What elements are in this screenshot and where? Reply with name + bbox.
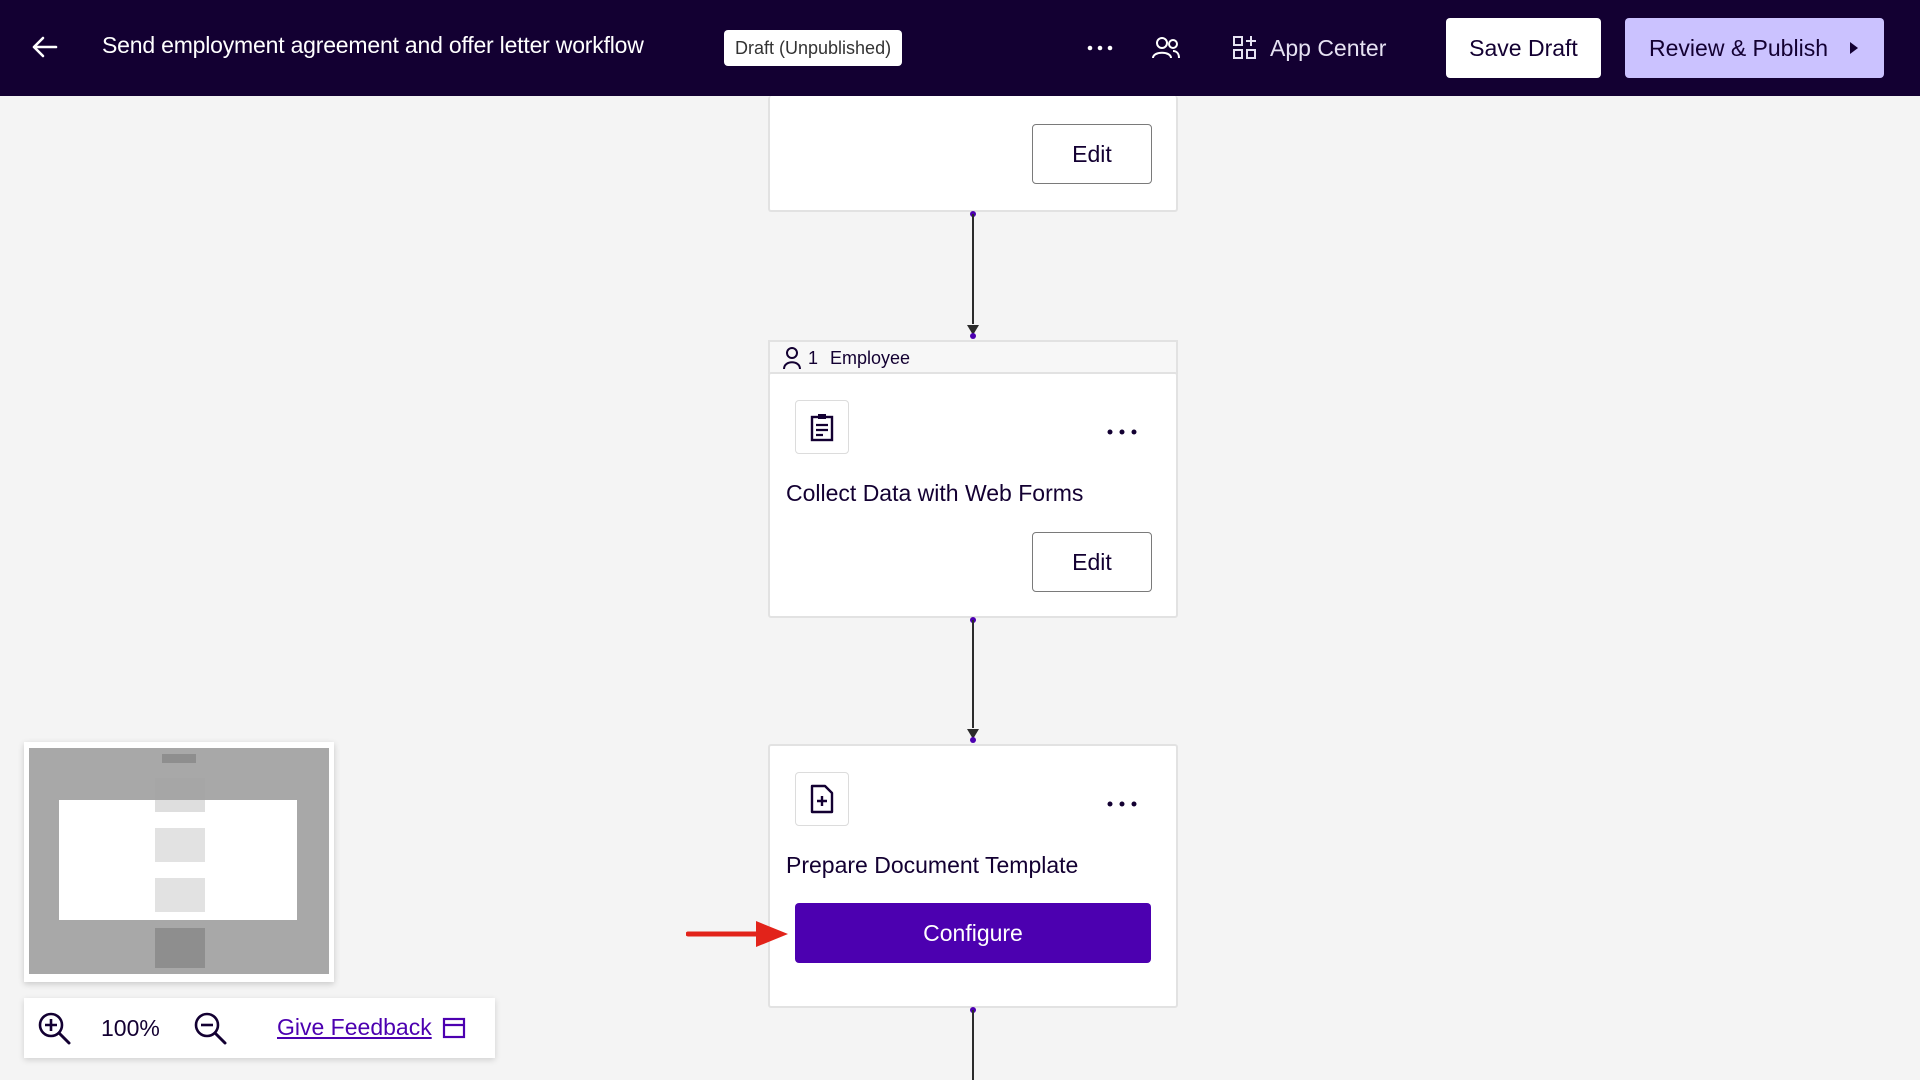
annotation-arrow-icon	[686, 921, 788, 947]
minimap-node	[155, 828, 205, 862]
role-label: Employee	[830, 347, 911, 368]
workflow-title: Send employment agreement and offer lett…	[102, 32, 644, 58]
workflow-step-card: Prepare Document Template	[768, 744, 1178, 1008]
review-publish-label: Review & Publish	[1649, 34, 1828, 61]
step-connector	[972, 620, 974, 728]
status-badge: Draft (Unpublished)	[724, 30, 903, 66]
step-connector	[972, 214, 974, 324]
more-options-button[interactable]	[1082, 30, 1118, 66]
back-button[interactable]	[28, 30, 62, 64]
app-center-grid-icon	[1233, 36, 1256, 59]
give-feedback-label: Give Feedback	[277, 1014, 432, 1040]
collaborators-button[interactable]	[1148, 30, 1184, 66]
app-center-button[interactable]: App Center	[1232, 28, 1386, 68]
minimap-node	[162, 754, 196, 763]
document-add-icon	[810, 784, 834, 814]
step-title: Prepare Document Template	[786, 852, 1079, 878]
arrow-left-icon	[32, 36, 58, 58]
canvas-minimap[interactable]	[24, 742, 334, 982]
step-icon-box	[795, 400, 849, 454]
users-icon	[1152, 37, 1180, 59]
panel-icon	[442, 1017, 465, 1038]
user-icon	[783, 347, 801, 370]
zoom-level: 100%	[101, 1015, 160, 1041]
clipboard-form-icon	[810, 414, 834, 442]
minimap-node	[155, 928, 205, 968]
minimap-canvas	[29, 748, 329, 974]
app-center-label: App Center	[1270, 34, 1387, 61]
top-navigation-bar: Send employment agreement and offer lett…	[0, 0, 1920, 96]
review-publish-button[interactable]: Review & Publish	[1625, 18, 1884, 78]
role-assignee-header: 1 Employee	[768, 340, 1178, 374]
more-horizontal-icon	[1087, 45, 1113, 51]
zoom-in-icon	[38, 1012, 71, 1045]
step-title: Collect Data with Web Forms	[786, 480, 1084, 506]
zoom-out-icon	[194, 1012, 227, 1045]
connector-dot	[970, 737, 976, 743]
zoom-in-button[interactable]	[36, 1010, 72, 1046]
role-count: 1	[808, 347, 819, 368]
more-horizontal-icon	[1107, 801, 1137, 807]
minimap-node	[155, 778, 205, 812]
step-icon-box	[795, 772, 849, 826]
more-horizontal-icon	[1107, 429, 1137, 435]
configure-button[interactable]: Configure	[795, 903, 1151, 963]
connector-dot	[970, 333, 976, 339]
zoom-out-button[interactable]	[192, 1010, 228, 1046]
caret-right-icon	[1849, 42, 1858, 54]
workflow-step-card: Collect Data with Web Forms Edit	[768, 372, 1178, 618]
edit-step-button[interactable]: Edit	[1032, 124, 1152, 184]
step-more-options[interactable]	[1100, 417, 1144, 447]
save-draft-button[interactable]: Save Draft	[1446, 18, 1601, 78]
give-feedback-link[interactable]: Give Feedback	[277, 1014, 466, 1041]
step-connector	[972, 1010, 974, 1080]
edit-step-button[interactable]: Edit	[1032, 532, 1152, 592]
workflow-step-card: Edit	[768, 96, 1178, 212]
zoom-controls: 100% Give Feedback	[24, 998, 495, 1058]
step-more-options[interactable]	[1100, 789, 1144, 819]
minimap-node	[155, 878, 205, 912]
